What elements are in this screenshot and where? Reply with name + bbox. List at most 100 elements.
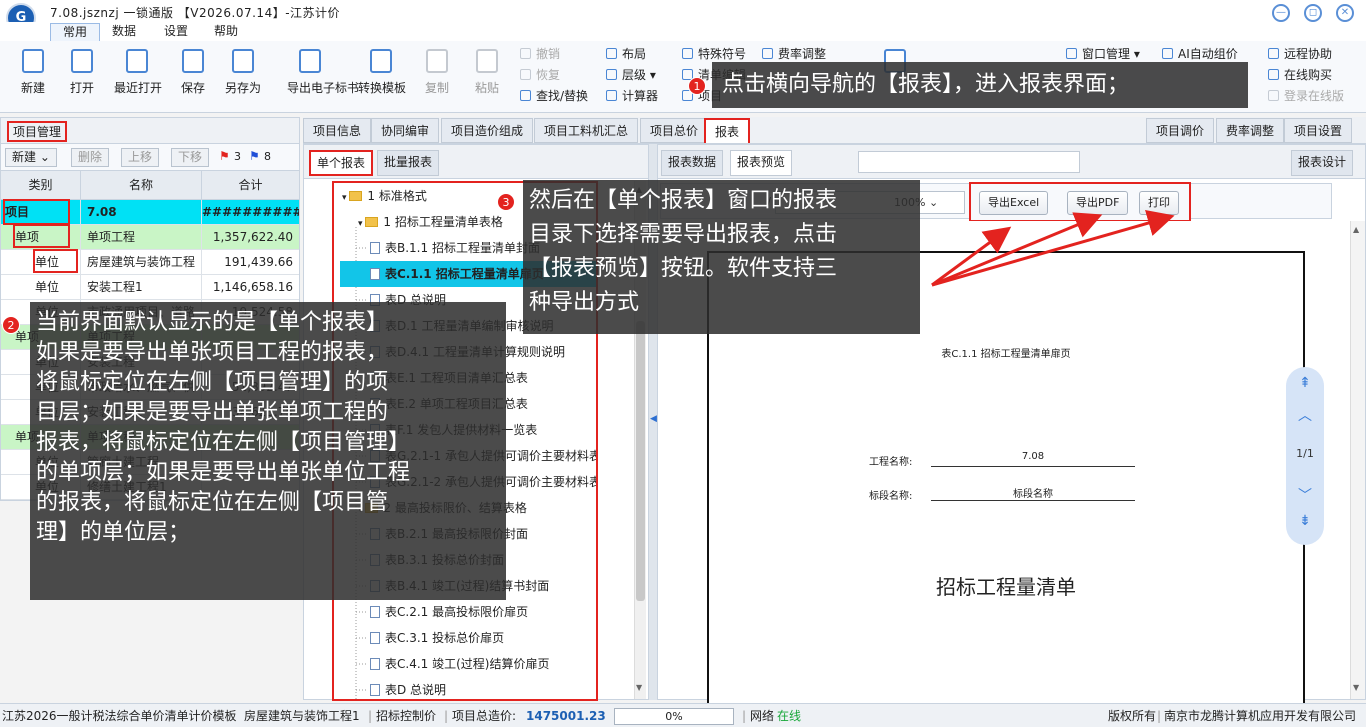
highlight-unit-level [33, 249, 78, 273]
export-pdf-button[interactable]: 导出PDF [1067, 191, 1129, 215]
tab-material-summary[interactable]: 项目工料机汇总 [534, 118, 639, 143]
save-as-icon [232, 49, 254, 73]
callout-line: 当前界面默认显示的是【单个报表】 [36, 310, 389, 335]
new-dropdown-button[interactable]: 新建 ⌄ [5, 148, 57, 167]
tree-report-node[interactable]: 表C.3.1 投标总价扉页 [370, 625, 504, 651]
scroll-thumb[interactable] [636, 321, 645, 601]
minimize-icon[interactable]: — [1272, 4, 1290, 22]
convert-template-button[interactable]: 转换模板 [358, 47, 406, 109]
status-divider: | [368, 709, 373, 723]
tab-report-preview[interactable]: 报表预览 [730, 150, 793, 176]
callout-step-3: 然后在【单个报表】窗口的报表 目录下选择需要导出报表，点击 【报表预览】按钮。软件支… [523, 180, 920, 334]
project-manage-title: 项目管理 [7, 121, 68, 142]
redo-icon [520, 69, 531, 80]
restore-icon[interactable]: ◻ [1304, 4, 1322, 22]
project-name-value: 7.08 [931, 451, 1135, 467]
tab-project-info[interactable]: 项目信息 [303, 118, 372, 143]
preview-scrollbar[interactable]: ▲ ▼ [1350, 221, 1365, 699]
first-page-icon[interactable]: ⇞ [1286, 375, 1324, 391]
remote-help-button[interactable]: 远程协助 [1268, 44, 1332, 64]
row-name: 单项工程 [81, 225, 202, 250]
tree-node-label: 表C.4.1 竣工(过程)结算价扉页 [385, 657, 550, 671]
tree-node-label: 1 招标工程量清单表格 [383, 215, 503, 229]
ai-auto-group-button[interactable]: AI自动组价 [1162, 44, 1238, 64]
report-design-button[interactable]: 报表设计 [1291, 150, 1354, 176]
menu-common[interactable]: 常用 [50, 23, 101, 41]
scroll-down-icon[interactable]: ▼ [1353, 683, 1359, 692]
tree-folder-node[interactable]: ▾ 1 招标工程量清单表格 [358, 209, 503, 235]
copy-icon [426, 49, 448, 73]
menu-help[interactable]: 帮助 [202, 23, 250, 41]
level-dropdown[interactable]: 层级 ▾ [606, 65, 656, 85]
collapse-arrow-icon[interactable]: ◀ [650, 414, 657, 424]
tree-folder-node[interactable]: ▾ 1 标准格式 [342, 183, 427, 209]
open-button[interactable]: 打开 [59, 47, 105, 109]
tab-project-settings[interactable]: 项目设置 [1284, 118, 1353, 143]
callout-line: 理】的单位层； [36, 520, 191, 545]
report-view-tabs: 报表数据 报表预览 报表设计 [658, 145, 1365, 179]
find-replace-button[interactable]: 查找/替换 [520, 86, 588, 106]
save-as-button[interactable]: 另存为 [220, 47, 266, 109]
export-excel-button[interactable]: 导出Excel [979, 191, 1049, 215]
save-button[interactable]: 保存 [170, 47, 216, 109]
tab-collab-review[interactable]: 协同编审 [371, 118, 440, 143]
paste-button[interactable]: 粘贴 [464, 47, 510, 109]
tab-report-data[interactable]: 报表数据 [661, 150, 724, 176]
report-doc-icon [370, 658, 380, 670]
folder-open-icon [71, 49, 93, 73]
blue-flag-icon[interactable]: ⚑ [249, 149, 260, 163]
report-header: 表C.1.1 招标工程量清单扉页 [941, 349, 1071, 360]
tab-batch-report[interactable]: 批量报表 [377, 150, 440, 176]
redo-button[interactable]: 恢复 [520, 65, 560, 85]
online-buy-button[interactable]: 在线购买 [1268, 65, 1332, 85]
recent-open-button[interactable]: 最近打开 [114, 47, 162, 109]
undo-button[interactable]: 撤销 [520, 44, 560, 64]
delete-button[interactable]: 删除 [71, 148, 110, 167]
expand-toggle-icon[interactable]: ▾ [358, 219, 365, 229]
report-doc-icon [370, 268, 380, 280]
red-flag-icon[interactable]: ⚑ [219, 149, 230, 163]
callout-line: 报表，将鼠标定位在左侧【项目管理】 [36, 430, 411, 455]
move-down-button[interactable]: 下移 [171, 148, 210, 167]
status-progress-bar: 0% [614, 708, 734, 725]
tree-report-node[interactable]: 表D 总说明 [370, 677, 446, 699]
menu-settings[interactable]: 设置 [152, 23, 200, 41]
table-row[interactable]: 单位 安装工程1 1,146,658.16 [1, 275, 299, 300]
tree-node-label: 表B.1.1 招标工程量清单封面 [385, 241, 540, 255]
red-flag-count: 3 [234, 150, 241, 163]
highlight-project-level [3, 199, 70, 225]
online-login-button[interactable]: 登录在线版 [1268, 86, 1344, 106]
next-page-icon[interactable]: ﹀ [1286, 485, 1324, 505]
export-bid-button[interactable]: 导出电子标书 [287, 47, 359, 109]
move-up-button[interactable]: 上移 [121, 148, 160, 167]
tab-single-report[interactable]: 单个报表 [309, 150, 374, 176]
scroll-down-icon[interactable]: ▼ [636, 683, 642, 692]
remote-icon [1268, 48, 1279, 59]
window-manage-dropdown[interactable]: 窗口管理 ▾ [1066, 44, 1140, 64]
row-name: 安装工程1 [81, 275, 202, 300]
calculator-button[interactable]: 计算器 [606, 86, 658, 106]
special-symbol-button[interactable]: 特殊符号 [682, 44, 746, 64]
tree-report-node[interactable]: 表B.1.1 招标工程量清单封面 [370, 235, 540, 261]
prev-page-icon[interactable]: ︿ [1286, 405, 1324, 425]
fee-adjust-button[interactable]: 费率调整 [762, 44, 826, 64]
tab-total-price[interactable]: 项目总价 [640, 118, 709, 143]
scroll-up-icon[interactable]: ▲ [1353, 225, 1359, 234]
print-button[interactable]: 打印 [1139, 191, 1179, 215]
layout-button[interactable]: 布局 [606, 44, 646, 64]
window-icon [1066, 48, 1077, 59]
tab-cost-composition[interactable]: 项目造价组成 [441, 118, 534, 143]
tree-report-node[interactable]: 表C.4.1 竣工(过程)结算价扉页 [370, 651, 549, 677]
new-button[interactable]: 新建 [10, 47, 56, 109]
report-search-box[interactable] [858, 151, 1080, 173]
last-page-icon[interactable]: ⇟ [1286, 513, 1324, 529]
status-total-label: 项目总造价: [452, 709, 517, 723]
tab-reports[interactable]: 报表 [704, 118, 751, 143]
tab-fee-adjust[interactable]: 费率调整 [1216, 118, 1285, 143]
expand-toggle-icon[interactable]: ▾ [342, 193, 349, 203]
tab-price-adjust[interactable]: 项目调价 [1146, 118, 1215, 143]
copy-button[interactable]: 复制 [414, 47, 460, 109]
menu-data[interactable]: 数据 [100, 23, 148, 41]
tree-report-node[interactable]: 表C.2.1 最高投标限价扉页 [370, 599, 528, 625]
close-icon[interactable]: ✕ [1336, 4, 1354, 22]
